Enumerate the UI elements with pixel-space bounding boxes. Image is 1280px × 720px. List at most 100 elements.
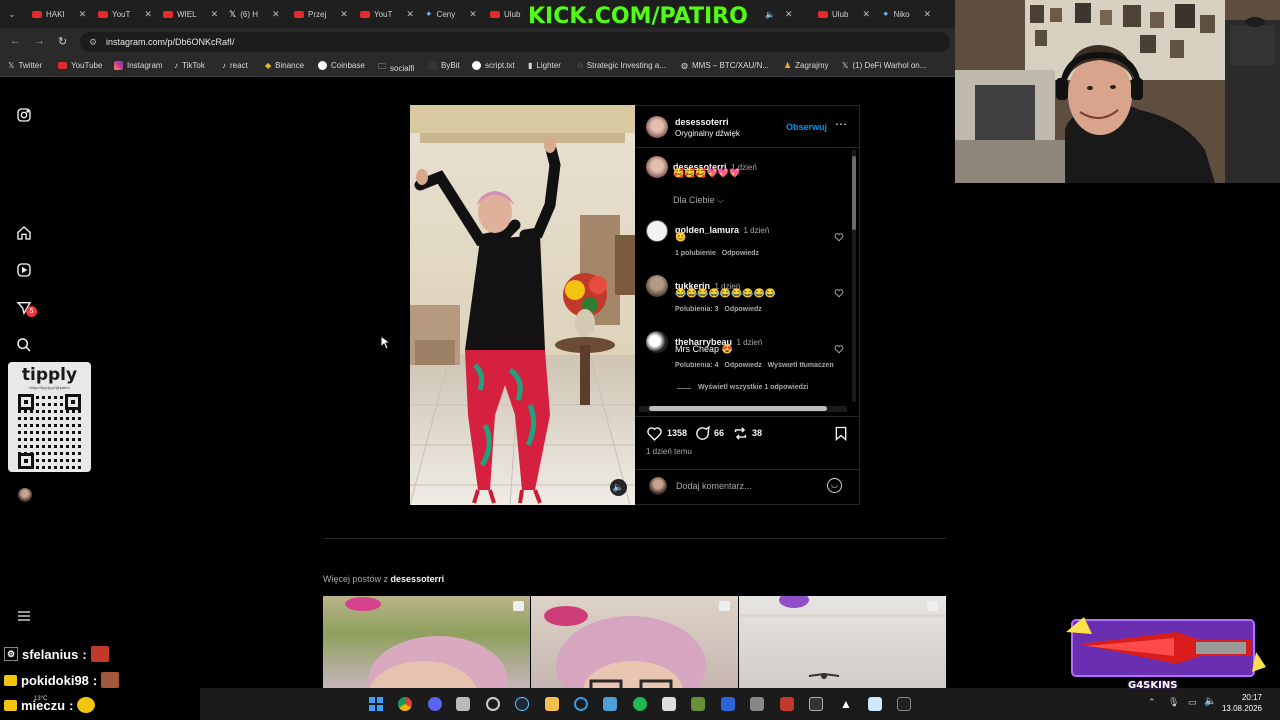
app-icon[interactable]: ▲: [839, 697, 853, 711]
site-info-icon[interactable]: ⚙: [89, 37, 97, 48]
discord-icon[interactable]: [428, 697, 442, 711]
settings-icon[interactable]: [486, 697, 500, 711]
tab-6[interactable]: YouT ✕: [360, 5, 414, 23]
comment-avatar[interactable]: [646, 275, 668, 297]
emoji-icon[interactable]: ◡: [827, 478, 842, 493]
vertical-scrollbar[interactable]: [852, 150, 856, 402]
view-replies-link[interactable]: Wyświetl wszystkie 1 odpowiedzi: [698, 384, 808, 391]
bookmark-strategic[interactable]: ◌ Strategic Investing a...: [578, 61, 666, 70]
steam-icon[interactable]: [515, 697, 529, 711]
comment-likes[interactable]: Polubienia: 4: [675, 362, 719, 369]
app-icon[interactable]: [809, 697, 823, 711]
tab-1[interactable]: HAKI ✕: [32, 5, 86, 23]
bookmark-bybit[interactable]: ByBit: [428, 61, 460, 70]
app-icon[interactable]: [750, 697, 764, 711]
reply-button[interactable]: Odpowiedz: [724, 362, 761, 369]
bookmark-tiktok[interactable]: ♪ TikTok: [174, 61, 205, 70]
audio-label[interactable]: Oryginalny dźwięk: [675, 129, 740, 138]
url-input[interactable]: ⚙ instagram.com/p/Db6ONKcRafI/: [80, 32, 950, 52]
reload-icon[interactable]: ↻: [58, 35, 67, 48]
add-comment-input[interactable]: Dodaj komentarz...: [676, 481, 816, 491]
reply-button[interactable]: Odpowiedz: [722, 250, 759, 257]
tab-3[interactable]: WIEL ✕: [163, 5, 218, 23]
bookmark-lighter[interactable]: ▮ Lighter: [528, 61, 561, 70]
reels-icon[interactable]: [16, 262, 32, 278]
comment-likes[interactable]: Polubienia: 3: [675, 306, 719, 313]
comment-icon[interactable]: [694, 425, 711, 442]
chrome-icon[interactable]: [398, 697, 412, 711]
tab-9[interactable]: Ulub ✕: [818, 5, 870, 23]
heart-icon[interactable]: [834, 288, 844, 298]
heart-icon[interactable]: [834, 232, 844, 242]
like-count[interactable]: 1358: [667, 428, 687, 438]
forward-icon[interactable]: →: [34, 35, 45, 47]
post-video[interactable]: 🔈: [410, 105, 635, 505]
tab-active-audio[interactable]: 🔈 ✕: [765, 5, 793, 23]
tray-chevron-icon[interactable]: ⌃: [1148, 697, 1156, 708]
caption-avatar[interactable]: [646, 156, 668, 178]
close-icon[interactable]: ✕: [862, 9, 870, 20]
more-options-icon[interactable]: ⋯: [835, 117, 847, 131]
app-icon[interactable]: [721, 697, 735, 711]
tab-2[interactable]: YouT ✕: [98, 5, 152, 23]
close-icon[interactable]: ✕: [144, 9, 152, 20]
heart-icon[interactable]: [834, 344, 844, 354]
comment-avatar[interactable]: [646, 220, 668, 242]
tab-8[interactable]: Ulub: [490, 5, 520, 23]
app-icon[interactable]: [603, 697, 617, 711]
bookmark-socialfi[interactable]: 🗀 socialfi: [378, 61, 414, 75]
close-icon[interactable]: ✕: [924, 9, 932, 20]
tab-5[interactable]: Przej ✕: [294, 5, 348, 23]
reply-button[interactable]: Odpowiedz: [724, 306, 761, 313]
close-icon[interactable]: ✕: [211, 9, 219, 20]
start-icon[interactable]: [369, 697, 383, 711]
bookmark-mms[interactable]: ◍ MMS – BTC/XAU/N...: [681, 61, 769, 70]
tab-4[interactable]: 𝕏 (6) H ✕: [229, 5, 280, 23]
close-icon[interactable]: ✕: [406, 9, 414, 20]
repost-count[interactable]: 38: [752, 428, 762, 438]
mute-icon[interactable]: 🔈: [610, 479, 627, 496]
comment-likes[interactable]: 1 polubienie: [675, 250, 716, 257]
comment-avatar[interactable]: [646, 331, 668, 353]
follow-button[interactable]: Obserwuj: [786, 122, 827, 132]
folder-icon[interactable]: [545, 697, 559, 711]
bookmark-binance[interactable]: ◆ Binance: [265, 61, 304, 70]
close-icon[interactable]: ✕: [469, 9, 477, 20]
close-icon[interactable]: ✕: [785, 9, 793, 20]
translate-button[interactable]: Wyświetl tłumaczen: [768, 362, 834, 369]
bookmark-instagram[interactable]: Instagram: [114, 61, 163, 70]
microphone-icon[interactable]: 🎙: [1168, 697, 1179, 708]
bookmark-coinbase[interactable]: Coinbase: [318, 61, 365, 70]
home-icon[interactable]: [16, 225, 32, 241]
author-avatar[interactable]: [646, 116, 668, 138]
speaker-icon[interactable]: 🔈: [765, 10, 775, 19]
app-icon[interactable]: [662, 697, 676, 711]
bookmark-icon[interactable]: [833, 425, 849, 442]
search-icon[interactable]: [16, 337, 32, 353]
app-icon[interactable]: [780, 697, 794, 711]
profile-avatar[interactable]: [18, 488, 32, 502]
repost-icon[interactable]: [732, 425, 749, 442]
bookmark-react[interactable]: ♪ react: [222, 61, 248, 70]
terminal-icon[interactable]: [897, 697, 911, 711]
author-username[interactable]: desessoterri: [675, 117, 729, 127]
more-posts-user[interactable]: desessoterri: [391, 574, 445, 584]
more-post-thumbnail[interactable]: [323, 596, 530, 691]
horizontal-scrollbar[interactable]: [639, 406, 847, 412]
comment-count[interactable]: 66: [714, 428, 724, 438]
close-icon[interactable]: ✕: [340, 9, 348, 20]
bookmark-twitter[interactable]: 𝕏 Twitter: [8, 61, 42, 70]
more-post-thumbnail[interactable]: [531, 596, 738, 691]
bookmark-defi[interactable]: 𝕏 (1) DeFi Warhol on...: [842, 61, 926, 70]
like-icon[interactable]: [646, 425, 663, 442]
tab-search-button[interactable]: ⌄: [8, 5, 16, 23]
tab-7[interactable]: ✦ Ceny ✕: [425, 5, 477, 23]
back-icon[interactable]: ←: [10, 35, 21, 47]
instagram-logo-icon[interactable]: [16, 107, 32, 123]
volume-icon[interactable]: 🔈: [1204, 696, 1216, 707]
menu-icon[interactable]: [16, 608, 32, 624]
notepad-icon[interactable]: [868, 697, 882, 711]
bookmark-youtube[interactable]: YouTube: [58, 61, 102, 70]
display-icon[interactable]: ▭: [1188, 697, 1197, 708]
tab-10[interactable]: ✦ Niko ✕: [882, 5, 931, 23]
